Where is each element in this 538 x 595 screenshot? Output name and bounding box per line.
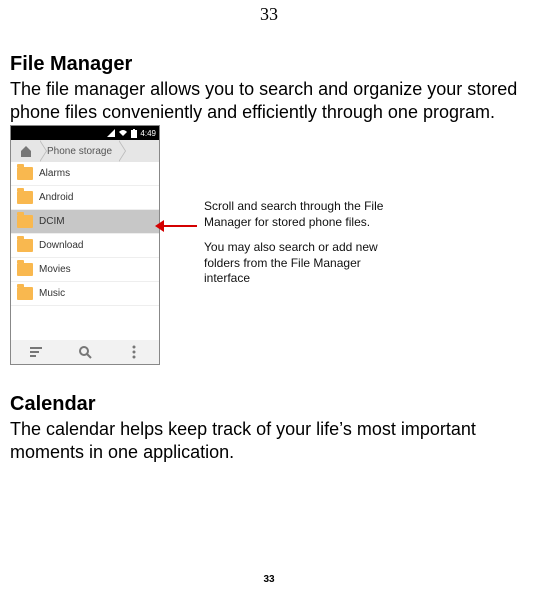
folder-icon [17,215,33,228]
page-number-bottom: 33 [0,574,538,585]
file-item[interactable]: Alarms [11,162,159,186]
file-item[interactable]: DCIM [11,210,159,234]
folder-icon [17,287,33,300]
annotation-p1: Scroll and search through the File Manag… [204,199,384,230]
file-item[interactable]: Movies [11,258,159,282]
file-item-label: Android [39,192,73,203]
search-button[interactable] [60,340,109,364]
wifi-icon [118,129,128,137]
sort-icon [29,346,43,358]
breadcrumb-label: Phone storage [47,146,112,157]
section-body-calendar: The calendar helps keep track of your li… [10,418,532,463]
section-title-file-manager: File Manager [10,53,532,76]
folder-icon [17,167,33,180]
battery-icon [131,129,137,138]
overflow-icon [132,345,136,359]
sort-button[interactable] [11,340,60,364]
file-item-label: DCIM [39,216,65,227]
section-title-calendar: Calendar [10,393,532,416]
file-item[interactable]: Download [11,234,159,258]
file-item-label: Music [39,288,65,299]
page-number-top: 33 [0,0,538,25]
search-icon [78,345,92,359]
folder-icon [17,191,33,204]
file-item-label: Movies [39,264,71,275]
breadcrumb: Phone storage [11,140,159,162]
folder-icon [17,263,33,276]
status-time: 4:49 [140,129,156,138]
file-item-label: Download [39,240,83,251]
signal-icon [107,129,115,137]
arrow-left-icon [163,225,197,227]
overflow-button[interactable] [110,340,159,364]
file-item[interactable]: Android [11,186,159,210]
status-bar: 4:49 [11,126,159,140]
file-list: Alarms Android DCIM Download Movies Music [11,162,159,306]
bottom-toolbar [11,340,159,364]
annotation-block: Scroll and search through the File Manag… [204,199,384,287]
file-item-label: Alarms [39,168,70,179]
folder-icon [17,239,33,252]
breadcrumb-segment[interactable]: Phone storage [39,140,118,162]
phone-screenshot: 4:49 Phone storage Alarms Android DCIM Down… [10,125,160,365]
file-item[interactable]: Music [11,282,159,306]
home-icon [19,144,33,158]
section-body-file-manager: The file manager allows you to search an… [10,78,532,123]
annotation-p2: You may also search or add new folders f… [204,240,384,287]
breadcrumb-home[interactable] [11,140,39,162]
